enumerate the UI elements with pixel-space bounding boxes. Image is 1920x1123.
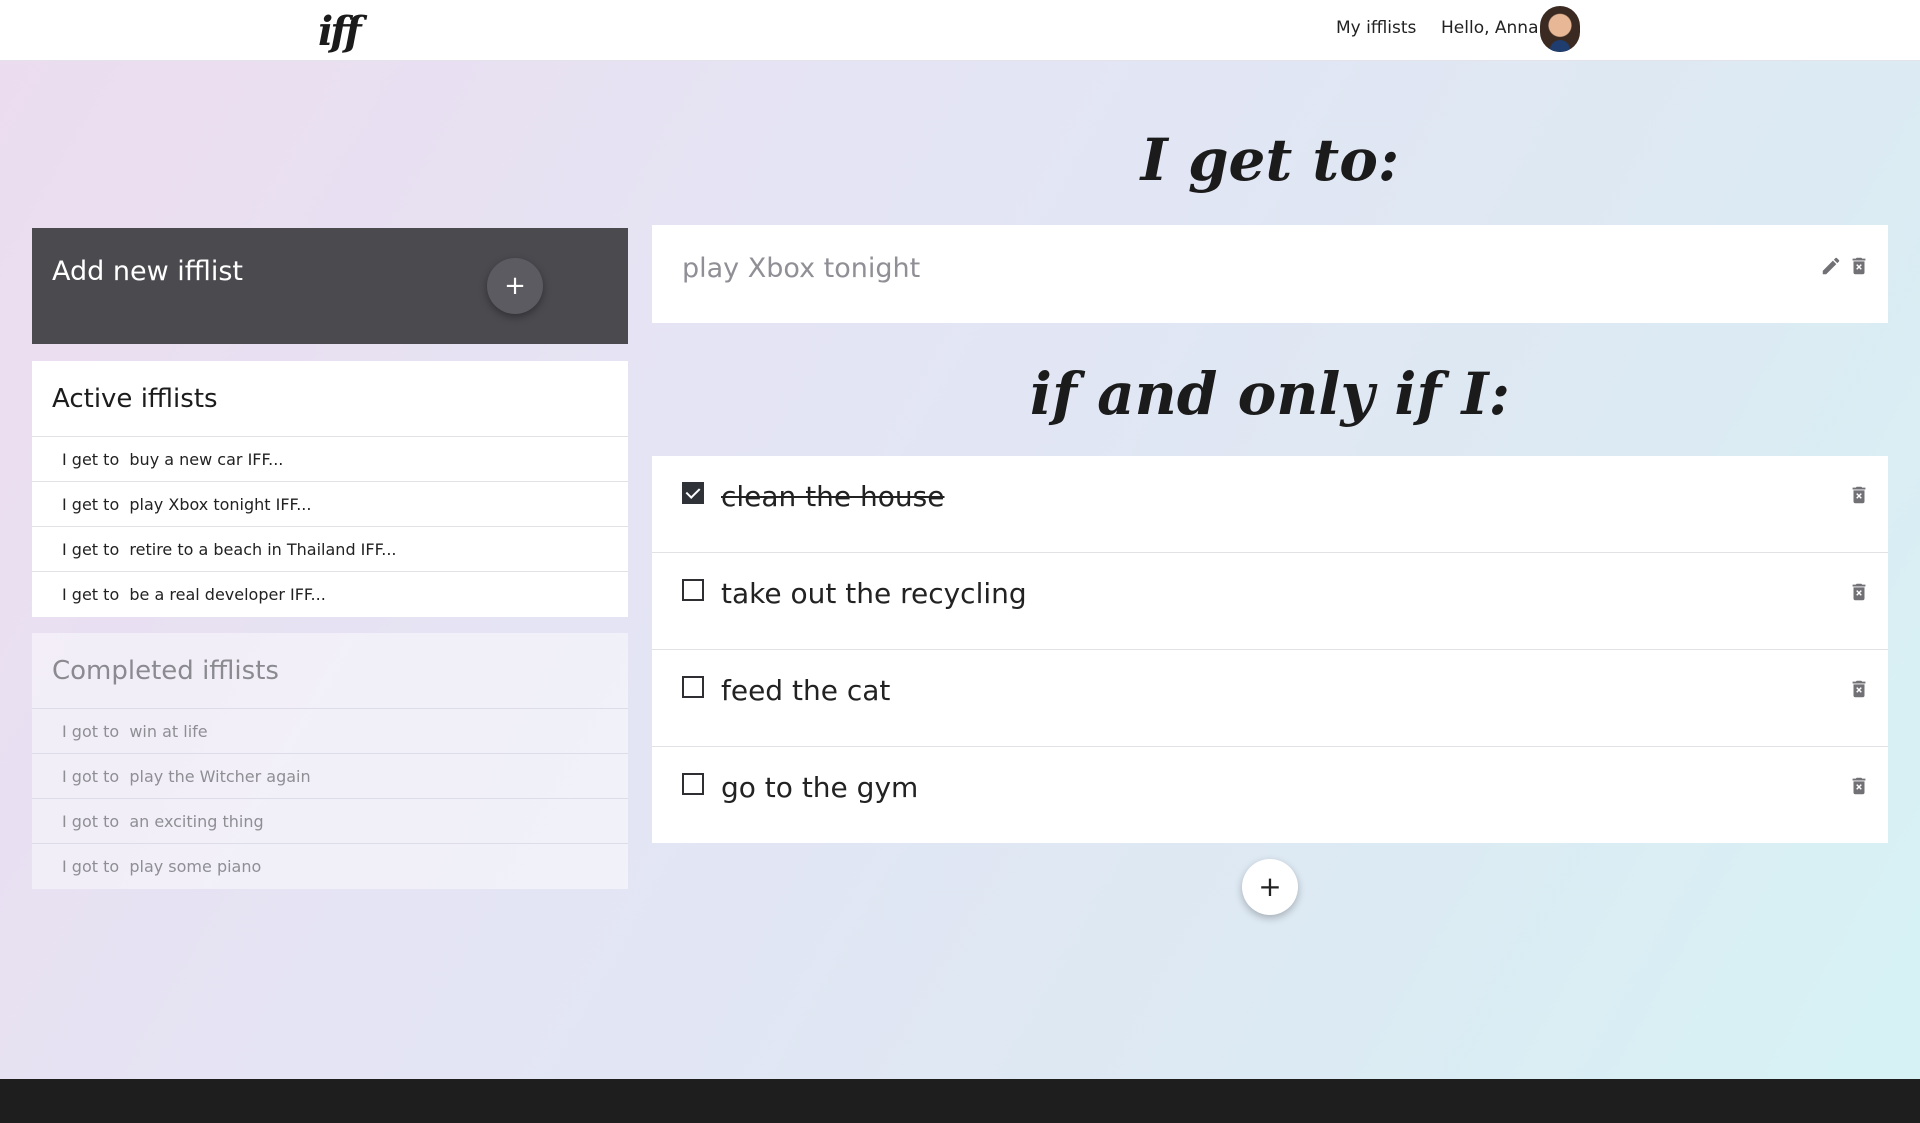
trash-icon[interactable] [1848, 581, 1870, 603]
trash-icon[interactable] [1848, 484, 1870, 506]
add-condition-button[interactable]: + [1242, 859, 1298, 915]
task-row: clean the house [652, 456, 1888, 553]
active-ifflist-item[interactable]: I get to play Xbox tonight IFF... [32, 482, 628, 527]
conditions-heading: if and only if I: [1029, 360, 1511, 428]
add-ifflist-card: Add new ifflist + [32, 228, 628, 344]
app-logo[interactable]: iff [318, 8, 362, 55]
checkbox-empty-icon[interactable] [682, 676, 704, 698]
page-footer [0, 1079, 1920, 1123]
completed-ifflist-item[interactable]: I got to win at life [32, 709, 628, 754]
completed-ifflist-item[interactable]: I got to play some piano [32, 844, 628, 889]
goal-text[interactable]: play Xbox tonight [682, 253, 920, 284]
task-text[interactable]: feed the cat [721, 674, 890, 707]
active-ifflists-title: Active ifflists [32, 361, 628, 437]
task-row: feed the cat [652, 650, 1888, 747]
active-ifflists-panel: Active ifflists I get to buy a new car I… [32, 361, 628, 617]
active-ifflist-item[interactable]: I get to retire to a beach in Thailand I… [32, 527, 628, 572]
trash-icon[interactable] [1848, 255, 1870, 277]
add-ifflist-title: Add new ifflist [52, 256, 244, 287]
checkbox-empty-icon[interactable] [682, 773, 704, 795]
goal-heading: I get to: [1140, 126, 1400, 194]
pencil-icon[interactable] [1820, 255, 1842, 277]
completed-ifflists-panel: Completed ifflists I got to win at life … [32, 633, 628, 889]
active-ifflist-item[interactable]: I get to buy a new car IFF... [32, 437, 628, 482]
user-greeting: Hello, Anna! [1441, 18, 1546, 38]
task-row: go to the gym [652, 747, 1888, 844]
checkbox-checked-icon[interactable] [682, 482, 704, 504]
add-ifflist-button[interactable]: + [487, 258, 543, 314]
user-avatar[interactable] [1540, 6, 1580, 52]
top-navbar: iff My ifflists Hello, Anna! [0, 0, 1920, 61]
goal-card: play Xbox tonight [652, 225, 1888, 323]
checkbox-empty-icon[interactable] [682, 579, 704, 601]
conditions-list: clean the house take out the recycling f… [652, 456, 1888, 843]
trash-icon[interactable] [1848, 678, 1870, 700]
trash-icon[interactable] [1848, 775, 1870, 797]
nav-my-ifflists[interactable]: My ifflists [1336, 18, 1416, 38]
task-text[interactable]: go to the gym [721, 771, 918, 804]
active-ifflist-item[interactable]: I get to be a real developer IFF... [32, 572, 628, 617]
completed-ifflist-item[interactable]: I got to play the Witcher again [32, 754, 628, 799]
completed-ifflists-title: Completed ifflists [32, 633, 628, 709]
task-text[interactable]: clean the house [721, 480, 945, 513]
task-text[interactable]: take out the recycling [721, 577, 1027, 610]
task-row: take out the recycling [652, 553, 1888, 650]
completed-ifflist-item[interactable]: I got to an exciting thing [32, 799, 628, 844]
